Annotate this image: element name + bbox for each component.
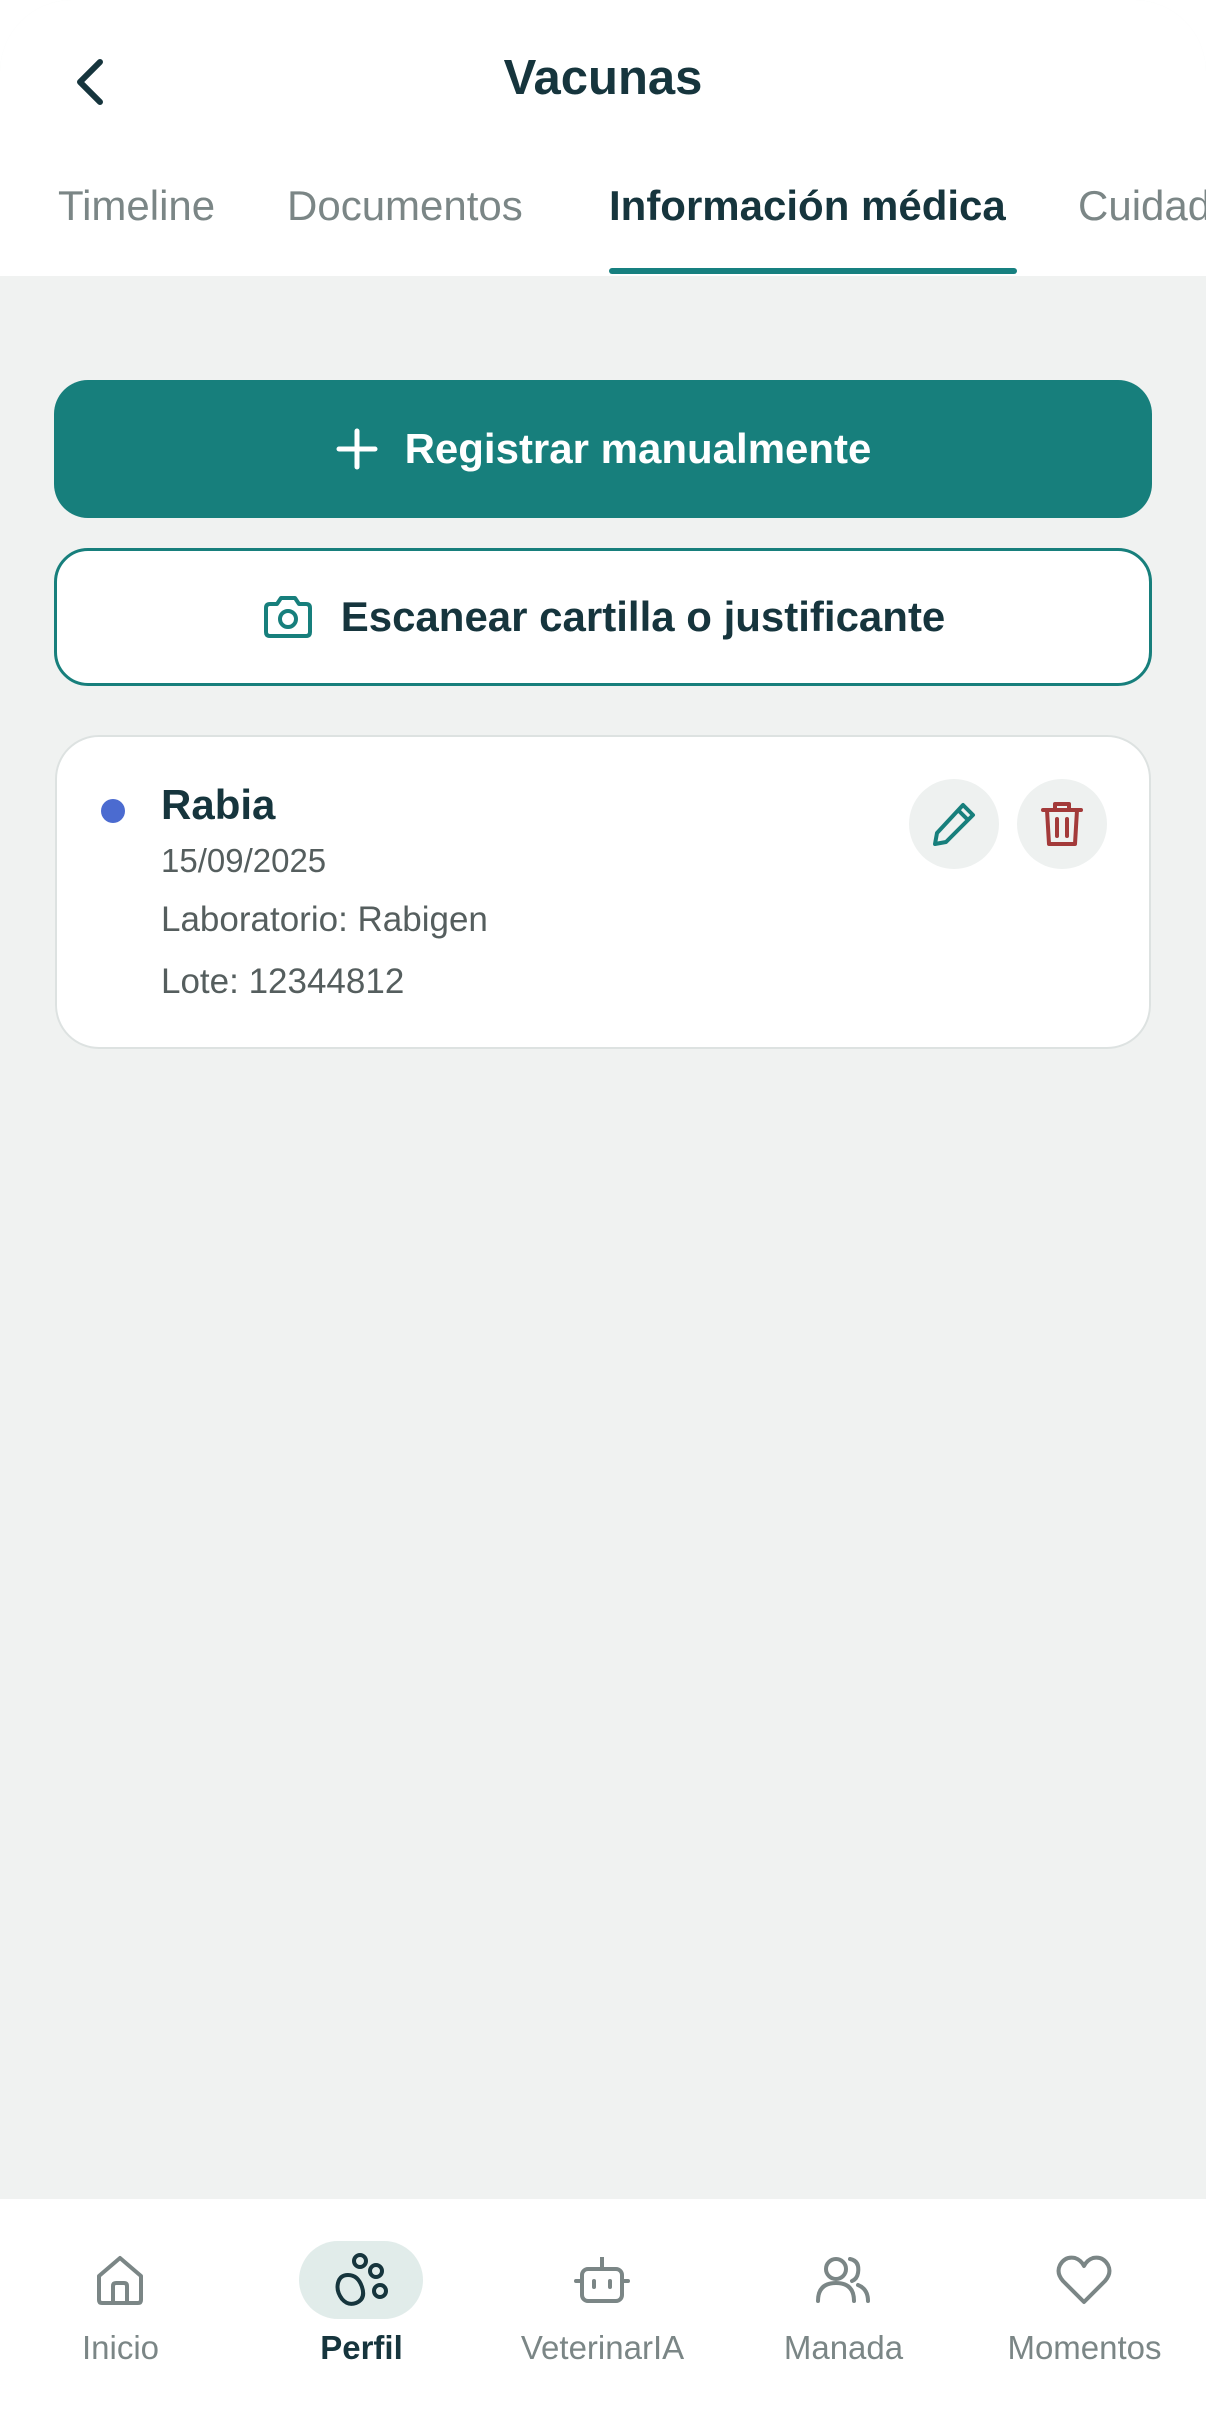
nav-inicio[interactable]: Inicio [0,2199,241,2431]
scan-card-label: Escanear cartilla o justificante [340,593,946,640]
register-manually-label: Registrar manualmente [404,425,872,472]
paw-icon [299,2241,423,2319]
nav-perfil[interactable]: Perfil [241,2199,482,2431]
camera-icon [261,594,315,640]
page-title: Vacunas [503,51,703,105]
nav-manada[interactable]: Manada [723,2199,964,2431]
vaccine-card: Rabia 15/09/2025 Laboratorio: Rabigen Lo… [55,735,1151,1049]
bottom-navigation: Inicio Perfil VeterinarIA Manada Momento… [0,2199,1206,2431]
vaccine-name: Rabia [161,781,276,828]
nav-manada-label: Manada [783,2329,904,2366]
tab-informacion-medica[interactable]: Información médica [609,182,1006,230]
robot-icon [540,2241,664,2319]
status-dot [101,799,125,823]
vaccine-lot: Lote: 12344812 [161,962,405,1001]
pencil-icon [933,803,975,846]
tab-cuidados[interactable]: Cuidados [1078,182,1206,230]
plus-icon [335,427,379,471]
nav-momentos-label: Momentos [1007,2329,1162,2366]
register-manually-button[interactable]: Registrar manualmente [54,380,1152,518]
home-icon [58,2241,182,2319]
tab-documentos[interactable]: Documentos [287,182,523,230]
trash-icon [1041,802,1083,846]
vaccine-date: 15/09/2025 [161,842,327,879]
scan-card-button[interactable]: Escanear cartilla o justificante [54,548,1152,686]
delete-button[interactable] [1017,779,1107,869]
nav-veterinaria-label: VeterinarIA [520,2329,685,2366]
nav-veterinaria[interactable]: VeterinarIA [482,2199,723,2431]
users-icon [781,2241,905,2319]
app-screen: Vacunas Timeline Documentos Información … [0,0,1206,2431]
nav-inicio-label: Inicio [81,2329,160,2366]
edit-button[interactable] [909,779,999,869]
vaccine-laboratory: Laboratorio: Rabigen [161,900,488,939]
header: Vacunas Timeline Documentos Información … [0,0,1206,276]
heart-icon [1022,2241,1146,2319]
nav-momentos[interactable]: Momentos [964,2199,1205,2431]
nav-perfil-label: Perfil [320,2329,403,2366]
tab-bar: Timeline Documentos Información médica C… [0,160,1206,276]
tab-timeline[interactable]: Timeline [58,182,215,230]
active-tab-indicator [609,268,1017,274]
